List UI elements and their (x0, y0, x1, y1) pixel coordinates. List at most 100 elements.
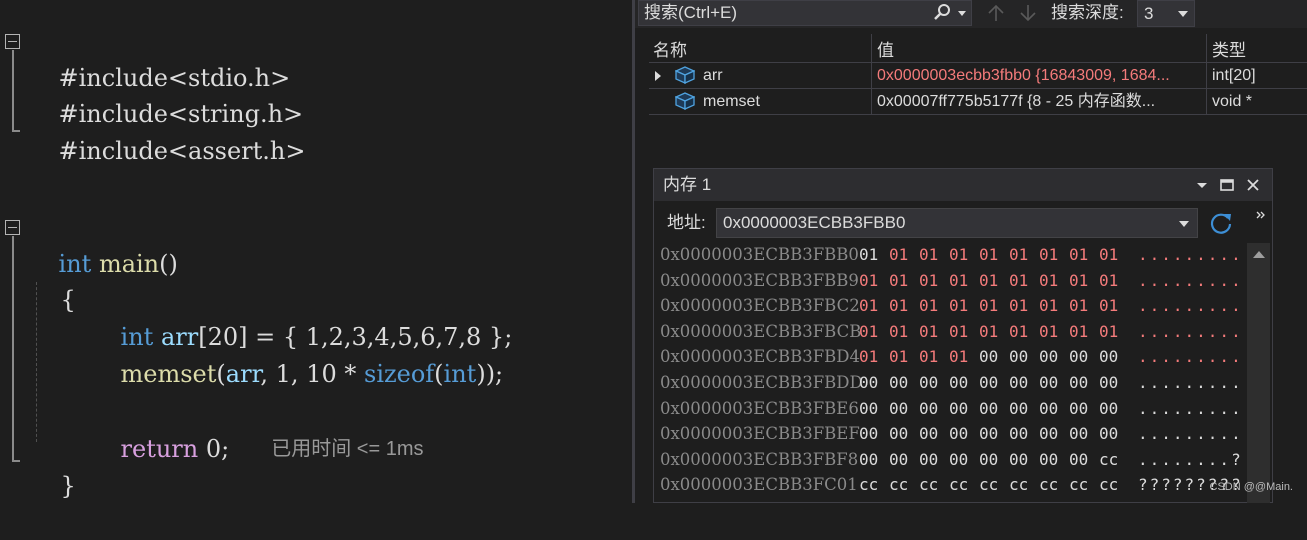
memory-row[interactable]: 0x0000003ECBB3FBE6 00 00 00 00 00 00 00 00 00....… (660, 396, 1241, 422)
memory-row[interactable]: 0x0000003ECBB3FBDD 00 00 00 00 00 00 00 00 00....… (660, 370, 1241, 396)
memory-byte[interactable]: 01 (979, 293, 998, 319)
watch-value[interactable]: 0x00007ff775b5177f {8 - 25 内存函数... (877, 89, 1205, 114)
memory-byte[interactable]: 00 (889, 370, 908, 396)
chevron-down-icon[interactable] (957, 8, 967, 18)
search-input[interactable]: 搜索(Ctrl+E) (638, 0, 972, 26)
memory-byte[interactable]: cc (919, 472, 938, 498)
memory-byte[interactable]: 01 (859, 268, 878, 294)
memory-byte[interactable]: 01 (1099, 242, 1118, 268)
memory-byte[interactable]: 00 (1099, 396, 1118, 422)
memory-row[interactable]: 0x0000003ECBB3FBB9 01 01 01 01 01 01 01 01 01....… (660, 268, 1241, 294)
memory-byte[interactable]: 01 (1009, 319, 1028, 345)
refresh-icon[interactable] (1208, 210, 1234, 236)
memory-byte[interactable]: 01 (889, 242, 908, 268)
column-header-value[interactable]: 值 (877, 36, 894, 61)
memory-row[interactable]: 0x0000003ECBB3FBB0 01 01 01 01 01 01 01 01 01....… (660, 242, 1241, 268)
memory-byte[interactable]: 01 (889, 344, 908, 370)
fold-collapse-icon[interactable] (5, 34, 20, 49)
memory-byte[interactable]: 01 (919, 293, 938, 319)
expand-arrow-icon[interactable] (655, 71, 661, 81)
memory-byte[interactable]: 00 (1039, 447, 1058, 473)
memory-byte[interactable]: 01 (949, 268, 968, 294)
memory-byte[interactable]: cc (889, 472, 908, 498)
memory-byte[interactable]: 00 (889, 421, 908, 447)
memory-byte[interactable]: 00 (1039, 421, 1058, 447)
address-input[interactable]: 0x0000003ECBB3FBB0 (716, 208, 1198, 238)
memory-byte[interactable]: 01 (1099, 293, 1118, 319)
memory-byte[interactable]: 00 (1099, 344, 1118, 370)
memory-byte[interactable]: 00 (1009, 370, 1028, 396)
memory-byte[interactable]: 00 (919, 421, 938, 447)
memory-byte[interactable]: cc (1099, 472, 1118, 498)
memory-byte[interactable]: 01 (919, 344, 938, 370)
memory-row[interactable]: 0x0000003ECBB3FBCB 01 01 01 01 01 01 01 01 01....… (660, 319, 1241, 345)
memory-byte[interactable]: 01 (859, 344, 878, 370)
memory-byte[interactable]: 01 (949, 344, 968, 370)
memory-row[interactable]: 0x0000003ECBB3FBD4 01 01 01 01 00 00 00 00 00....… (660, 344, 1241, 370)
memory-byte[interactable]: 01 (919, 242, 938, 268)
memory-byte[interactable]: cc (1009, 472, 1028, 498)
memory-byte[interactable]: 00 (1069, 370, 1088, 396)
memory-byte[interactable]: 01 (979, 242, 998, 268)
memory-byte[interactable]: 00 (859, 370, 878, 396)
memory-byte[interactable]: 01 (1069, 319, 1088, 345)
memory-byte[interactable]: 00 (859, 421, 878, 447)
chevron-down-icon[interactable] (1179, 221, 1189, 227)
maximize-icon[interactable] (1219, 177, 1235, 193)
memory-byte[interactable]: 00 (979, 421, 998, 447)
memory-byte[interactable]: 00 (1009, 396, 1028, 422)
memory-byte[interactable]: 00 (1009, 421, 1028, 447)
memory-byte[interactable]: 01 (1039, 293, 1058, 319)
memory-byte[interactable]: 00 (859, 396, 878, 422)
memory-byte[interactable]: 00 (919, 370, 938, 396)
memory-byte[interactable]: 01 (889, 293, 908, 319)
memory-byte[interactable]: cc (949, 472, 968, 498)
memory-byte[interactable]: 01 (1069, 242, 1088, 268)
memory-byte[interactable]: 00 (979, 344, 998, 370)
memory-byte[interactable]: 01 (949, 319, 968, 345)
memory-byte[interactable]: 01 (1039, 268, 1058, 294)
memory-byte[interactable]: 00 (1099, 370, 1118, 396)
memory-byte[interactable]: 00 (979, 447, 998, 473)
memory-byte[interactable]: 01 (1009, 293, 1028, 319)
memory-byte[interactable]: 00 (949, 396, 968, 422)
memory-byte[interactable]: 01 (1099, 268, 1118, 294)
memory-byte[interactable]: cc (859, 472, 878, 498)
memory-byte[interactable]: 01 (1069, 293, 1088, 319)
memory-byte[interactable]: 01 (859, 293, 878, 319)
memory-byte[interactable]: 00 (1069, 447, 1088, 473)
memory-byte[interactable]: 00 (1009, 447, 1028, 473)
memory-byte[interactable]: 01 (919, 268, 938, 294)
memory-byte[interactable]: 01 (979, 319, 998, 345)
memory-byte[interactable]: 00 (949, 447, 968, 473)
memory-byte[interactable]: 01 (979, 268, 998, 294)
code-editor[interactable]: #include<stdio.h> #include<string.h> #in… (0, 0, 632, 503)
memory-byte[interactable]: 01 (1039, 242, 1058, 268)
search-depth-select[interactable]: 3 (1137, 0, 1195, 27)
watch-value[interactable]: 0x0000003ecbb3fbb0 {16843009, 1684... (877, 63, 1205, 88)
arrow-up-icon[interactable] (985, 2, 1007, 24)
memory-byte[interactable]: 00 (1099, 421, 1118, 447)
memory-byte[interactable]: 01 (889, 319, 908, 345)
memory-titlebar[interactable]: 内存 1 (654, 169, 1272, 201)
memory-byte[interactable]: 00 (889, 396, 908, 422)
memory-byte[interactable]: 01 (1009, 242, 1028, 268)
memory-byte[interactable]: 00 (1039, 370, 1058, 396)
memory-row[interactable]: 0x0000003ECBB3FBF8 00 00 00 00 00 00 00 00 cc....… (660, 447, 1241, 473)
memory-byte[interactable]: 00 (949, 370, 968, 396)
memory-byte[interactable]: 01 (949, 242, 968, 268)
memory-byte[interactable]: cc (979, 472, 998, 498)
memory-byte[interactable]: 00 (889, 447, 908, 473)
memory-byte[interactable]: 01 (889, 268, 908, 294)
memory-byte[interactable]: 00 (949, 421, 968, 447)
memory-row[interactable]: 0x0000003ECBB3FC01 cc cc cc cc cc cc cc cc cc????… (660, 472, 1241, 498)
arrow-down-icon[interactable] (1017, 2, 1039, 24)
memory-byte[interactable]: 01 (859, 319, 878, 345)
memory-byte[interactable]: cc (1039, 472, 1058, 498)
memory-byte[interactable]: 01 (1069, 268, 1088, 294)
memory-byte[interactable]: 00 (979, 370, 998, 396)
memory-byte[interactable]: 00 (1039, 344, 1058, 370)
memory-byte[interactable]: 01 (1009, 268, 1028, 294)
memory-byte[interactable]: 00 (979, 396, 998, 422)
memory-byte[interactable]: 00 (1069, 396, 1088, 422)
